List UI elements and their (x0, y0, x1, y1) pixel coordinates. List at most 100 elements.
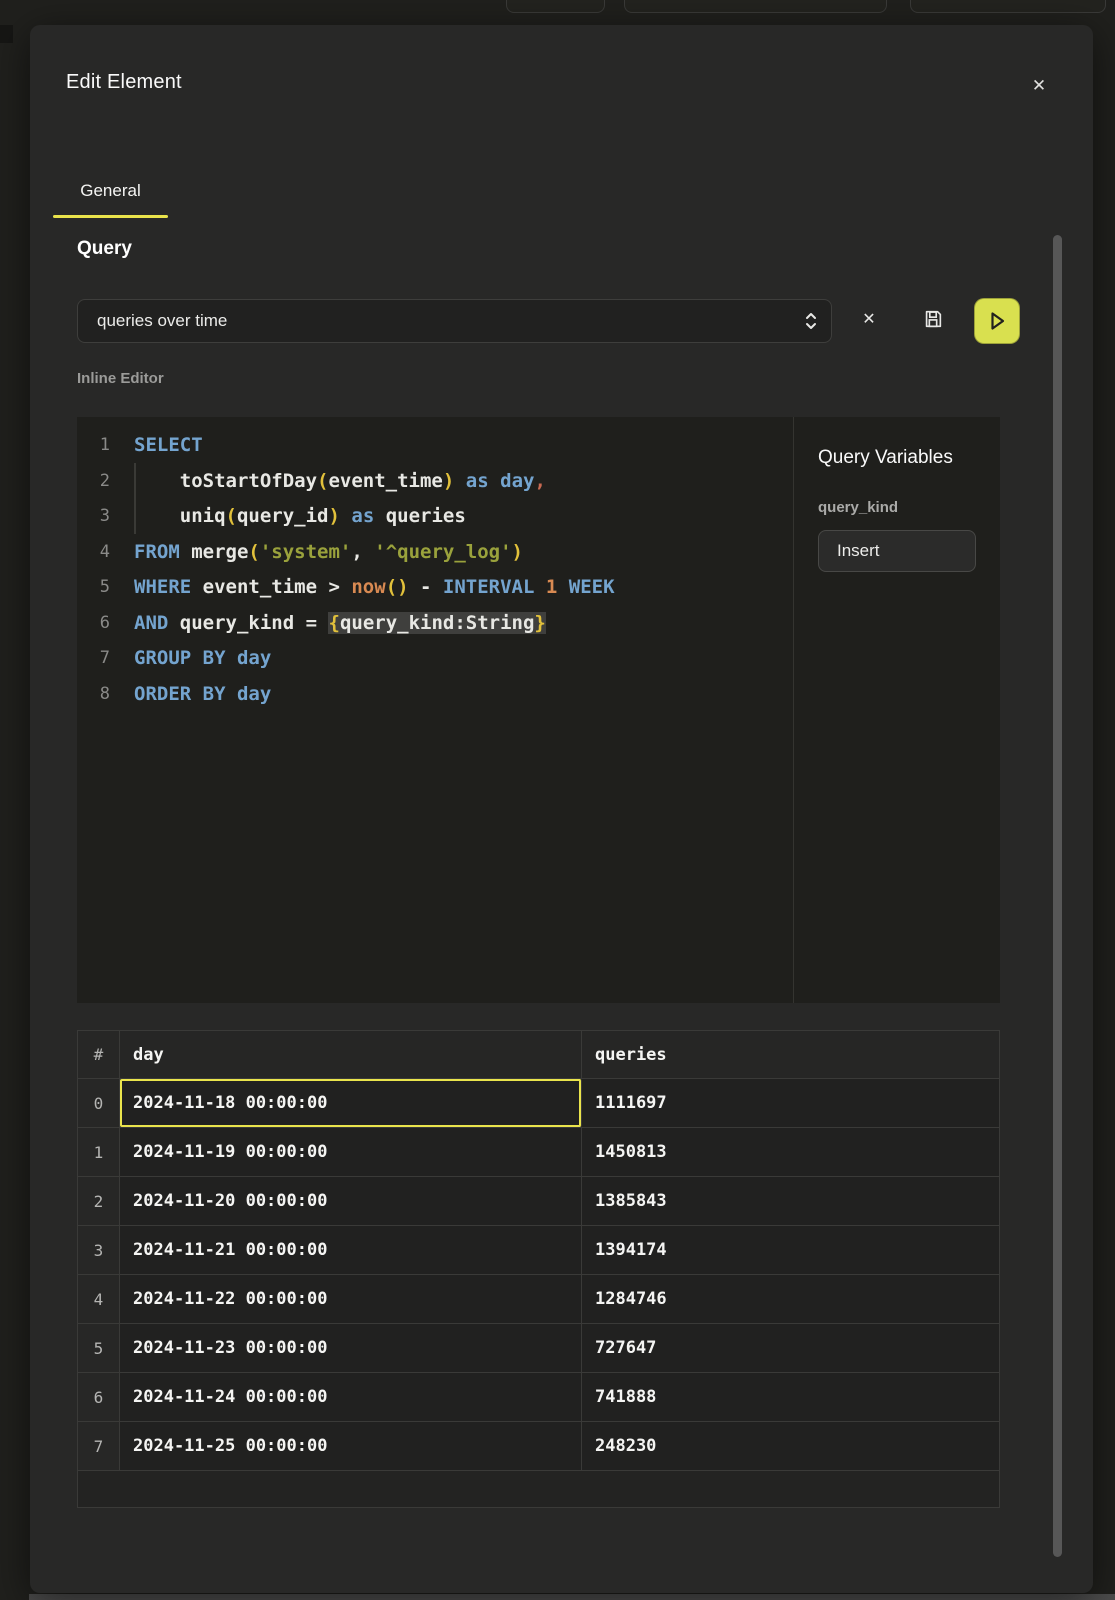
background-toolbar-button[interactable] (506, 0, 605, 13)
day-cell[interactable]: 2024-11-20 00:00:00 (120, 1177, 582, 1225)
day-cell[interactable]: 2024-11-19 00:00:00 (120, 1128, 582, 1176)
day-cell[interactable]: 2024-11-22 00:00:00 (120, 1275, 582, 1323)
code-text: FROM merge('system', '^query_log') (134, 535, 523, 571)
code-line[interactable]: 6AND query_kind = {query_kind:String} (77, 606, 793, 642)
queries-cell[interactable]: 1111697 (582, 1079, 999, 1127)
code-line[interactable]: 4FROM merge('system', '^query_log') (77, 535, 793, 571)
select-stepper-icon (791, 311, 831, 331)
day-cell[interactable]: 2024-11-23 00:00:00 (120, 1324, 582, 1372)
active-tab-underline (53, 215, 168, 218)
code-token: () (386, 576, 409, 598)
queries-cell[interactable]: 1450813 (582, 1128, 999, 1176)
code-token: SELECT (134, 434, 203, 456)
day-cell[interactable]: 2024-11-25 00:00:00 (120, 1422, 582, 1470)
save-query-button[interactable] (918, 304, 948, 334)
queries-cell[interactable]: 1394174 (582, 1226, 999, 1274)
row-index-cell[interactable]: 6 (78, 1373, 120, 1421)
play-icon (986, 310, 1008, 332)
table-row: 42024-11-22 00:00:001284746 (78, 1275, 999, 1324)
results-table-footer (78, 1471, 999, 1507)
day-cell[interactable]: 2024-11-21 00:00:00 (120, 1226, 582, 1274)
code-token: WEEK (569, 576, 615, 598)
code-line[interactable]: 5WHERE event_time > now() - INTERVAL 1 W… (77, 570, 793, 606)
close-icon[interactable]: ✕ (1022, 69, 1056, 103)
saved-query-select-value: queries over time (78, 311, 791, 331)
query-variables-panel: Query Variables query_kind Insert (794, 417, 1000, 1003)
table-row: 62024-11-24 00:00:00741888 (78, 1373, 999, 1422)
queries-cell[interactable]: 727647 (582, 1324, 999, 1372)
row-index-cell[interactable]: 3 (78, 1226, 120, 1274)
results-table-header: # day queries (78, 1031, 999, 1079)
line-number: 8 (77, 677, 110, 713)
dialog-title: Edit Element (66, 71, 182, 94)
saved-query-select[interactable]: queries over time (77, 299, 832, 343)
table-row: 22024-11-20 00:00:001385843 (78, 1177, 999, 1226)
code-token: } (534, 612, 545, 634)
line-number: 6 (77, 606, 110, 642)
code-token: ) (328, 505, 339, 527)
code-token: - (409, 576, 443, 598)
code-token: ( (248, 541, 259, 563)
header-day: day (120, 1031, 582, 1078)
code-token: toStartOfDay (134, 470, 317, 492)
clear-query-icon[interactable]: ✕ (854, 304, 884, 334)
code-token: queries (374, 505, 466, 527)
code-line[interactable]: 8 ORDER BY day (77, 677, 793, 713)
run-query-button[interactable] (974, 298, 1020, 344)
code-token: event_time (328, 470, 442, 492)
code-token: '^query_log' (374, 541, 511, 563)
code-line[interactable]: 7GROUP BY day (77, 641, 793, 677)
code-text: WHERE event_time > now() - INTERVAL 1 WE… (134, 570, 615, 606)
code-token: query_kind:String (340, 612, 534, 634)
code-token: day (500, 470, 534, 492)
code-token: ( (226, 505, 237, 527)
queries-cell[interactable]: 741888 (582, 1373, 999, 1421)
queries-cell[interactable]: 1385843 (582, 1177, 999, 1225)
code-token: uniq (134, 505, 226, 527)
code-token: FROM (134, 541, 180, 563)
line-number: 2 (77, 464, 110, 500)
sql-editor: 1SELECT2 toStartOfDay(event_time) as day… (77, 417, 1000, 1003)
day-cell[interactable]: 2024-11-24 00:00:00 (120, 1373, 582, 1421)
table-row: 52024-11-23 00:00:00727647 (78, 1324, 999, 1373)
dialog-scrollbar-thumb[interactable] (1053, 235, 1062, 1557)
row-index-cell[interactable]: 0 (78, 1079, 120, 1127)
code-token: { (328, 612, 339, 634)
background-toolbar-button[interactable] (624, 0, 887, 13)
code-line[interactable]: 1SELECT (77, 428, 793, 464)
header-index: # (78, 1031, 120, 1078)
tab-general[interactable]: General (53, 163, 168, 218)
code-token: event_time > (191, 576, 351, 598)
row-index-cell[interactable]: 1 (78, 1128, 120, 1176)
code-token: ) (443, 470, 454, 492)
code-token (534, 576, 545, 598)
query-variables-heading: Query Variables (818, 447, 976, 469)
row-index-cell[interactable]: 4 (78, 1275, 120, 1323)
code-text: ORDER BY day (134, 677, 271, 713)
code-token: merge (180, 541, 249, 563)
code-token (454, 470, 465, 492)
table-row: 32024-11-21 00:00:001394174 (78, 1226, 999, 1275)
query-results-table: # day queries 02024-11-18 00:00:00111169… (77, 1030, 1000, 1508)
edit-element-dialog: Edit Element ✕ General Query queries ove… (30, 25, 1093, 1593)
row-index-cell[interactable]: 5 (78, 1324, 120, 1372)
day-cell-selected[interactable]: 2024-11-18 00:00:00 (120, 1079, 582, 1127)
code-line[interactable]: 3 uniq(query_id) as queries (77, 499, 793, 535)
code-text: SELECT (134, 428, 203, 464)
table-row: 12024-11-19 00:00:001450813 (78, 1128, 999, 1177)
insert-variable-button[interactable]: Insert (818, 530, 976, 572)
tab-general-label: General (80, 181, 140, 201)
background-toolbar-button[interactable] (910, 0, 1106, 13)
code-line[interactable]: 2 toStartOfDay(event_time) as day, (77, 464, 793, 500)
row-index-cell[interactable]: 2 (78, 1177, 120, 1225)
queries-cell[interactable]: 248230 (582, 1422, 999, 1470)
save-icon (922, 308, 944, 330)
row-index-cell[interactable]: 7 (78, 1422, 120, 1470)
background-horizontal-scrollbar[interactable] (29, 1594, 1115, 1600)
queries-cell[interactable]: 1284746 (582, 1275, 999, 1323)
code-token: now (351, 576, 385, 598)
code-token: 'system' (260, 541, 352, 563)
sql-code-pane[interactable]: 1SELECT2 toStartOfDay(event_time) as day… (77, 417, 794, 1003)
code-token: , (351, 541, 374, 563)
code-token: , (534, 470, 545, 492)
